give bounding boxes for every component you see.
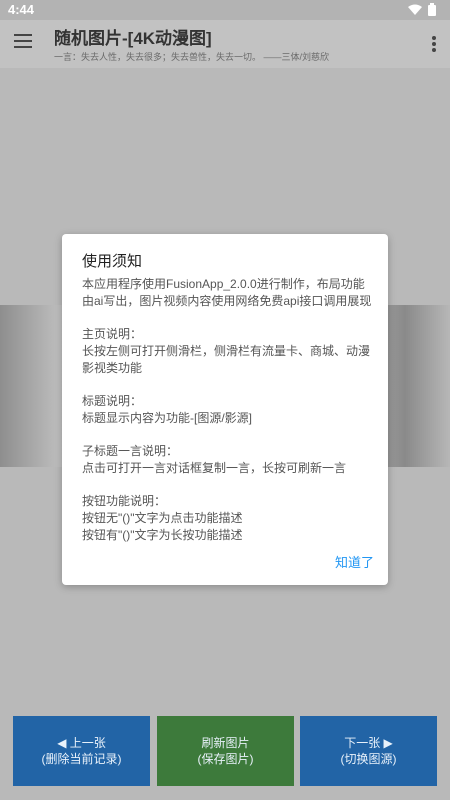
- dialog-ok-button[interactable]: 知道了: [335, 552, 374, 571]
- dialog-body: 本应用程序使用FusionApp_2.0.0进行制作，布局功能由ai写出，图片视…: [82, 276, 372, 560]
- bottom-buttons: ◀ 上一张 (删除当前记录) 刷新图片 (保存图片) 下一张 ▶ (切换图源): [0, 716, 450, 786]
- next-button-label: 下一张 ▶: [344, 736, 393, 750]
- menu-icon[interactable]: [14, 34, 32, 50]
- page-title: 随机图片-[4K动漫图]: [54, 29, 212, 48]
- dialog-paragraph-intro: 本应用程序使用FusionApp_2.0.0进行制作，布局功能由ai写出，图片视…: [82, 277, 372, 308]
- previous-button-sublabel: (删除当前记录): [41, 752, 122, 766]
- status-bar: 4:44: [0, 0, 450, 20]
- dialog-paragraph-buttons: 按钮功能说明： 按钮无"()"文字为点击功能描述 按钮有"()"文字为长按功能描…: [82, 494, 243, 542]
- wifi-icon: [408, 4, 422, 15]
- app-bar: 随机图片-[4K动漫图] 一言：失去人性，失去很多；失去兽性，失去一切。 ——三…: [0, 20, 450, 68]
- next-button-sublabel: (切换图源): [340, 752, 397, 766]
- refresh-button-sublabel: (保存图片): [197, 752, 254, 766]
- status-time: 4:44: [8, 2, 35, 17]
- usage-notice-dialog: 使用须知 本应用程序使用FusionApp_2.0.0进行制作，布局功能由ai写…: [62, 234, 388, 585]
- refresh-button-label: 刷新图片: [201, 736, 250, 750]
- previous-button-label: ◀ 上一张: [57, 736, 106, 750]
- dialog-paragraph-subtitle: 子标题一言说明： 点击可打开一言对话框复制一言，长按可刷新一言: [82, 444, 347, 475]
- system-icons: [408, 3, 436, 16]
- more-options-icon[interactable]: [432, 36, 436, 54]
- dialog-paragraph-title: 标题说明： 标题显示内容为功能-[图源/影源]: [82, 394, 252, 425]
- hitokoto-subtitle[interactable]: 一言：失去人性，失去很多；失去兽性，失去一切。 ——三体/刘慈欣: [54, 50, 329, 63]
- dialog-title: 使用须知: [82, 253, 143, 270]
- refresh-button[interactable]: 刷新图片 (保存图片): [157, 716, 294, 786]
- battery-icon: [428, 3, 436, 16]
- dialog-paragraph-home: 主页说明： 长按左侧可打开侧滑栏，侧滑栏有流量卡、商城、动漫影视类功能: [82, 327, 371, 375]
- next-button[interactable]: 下一张 ▶ (切换图源): [300, 716, 437, 786]
- previous-button[interactable]: ◀ 上一张 (删除当前记录): [13, 716, 150, 786]
